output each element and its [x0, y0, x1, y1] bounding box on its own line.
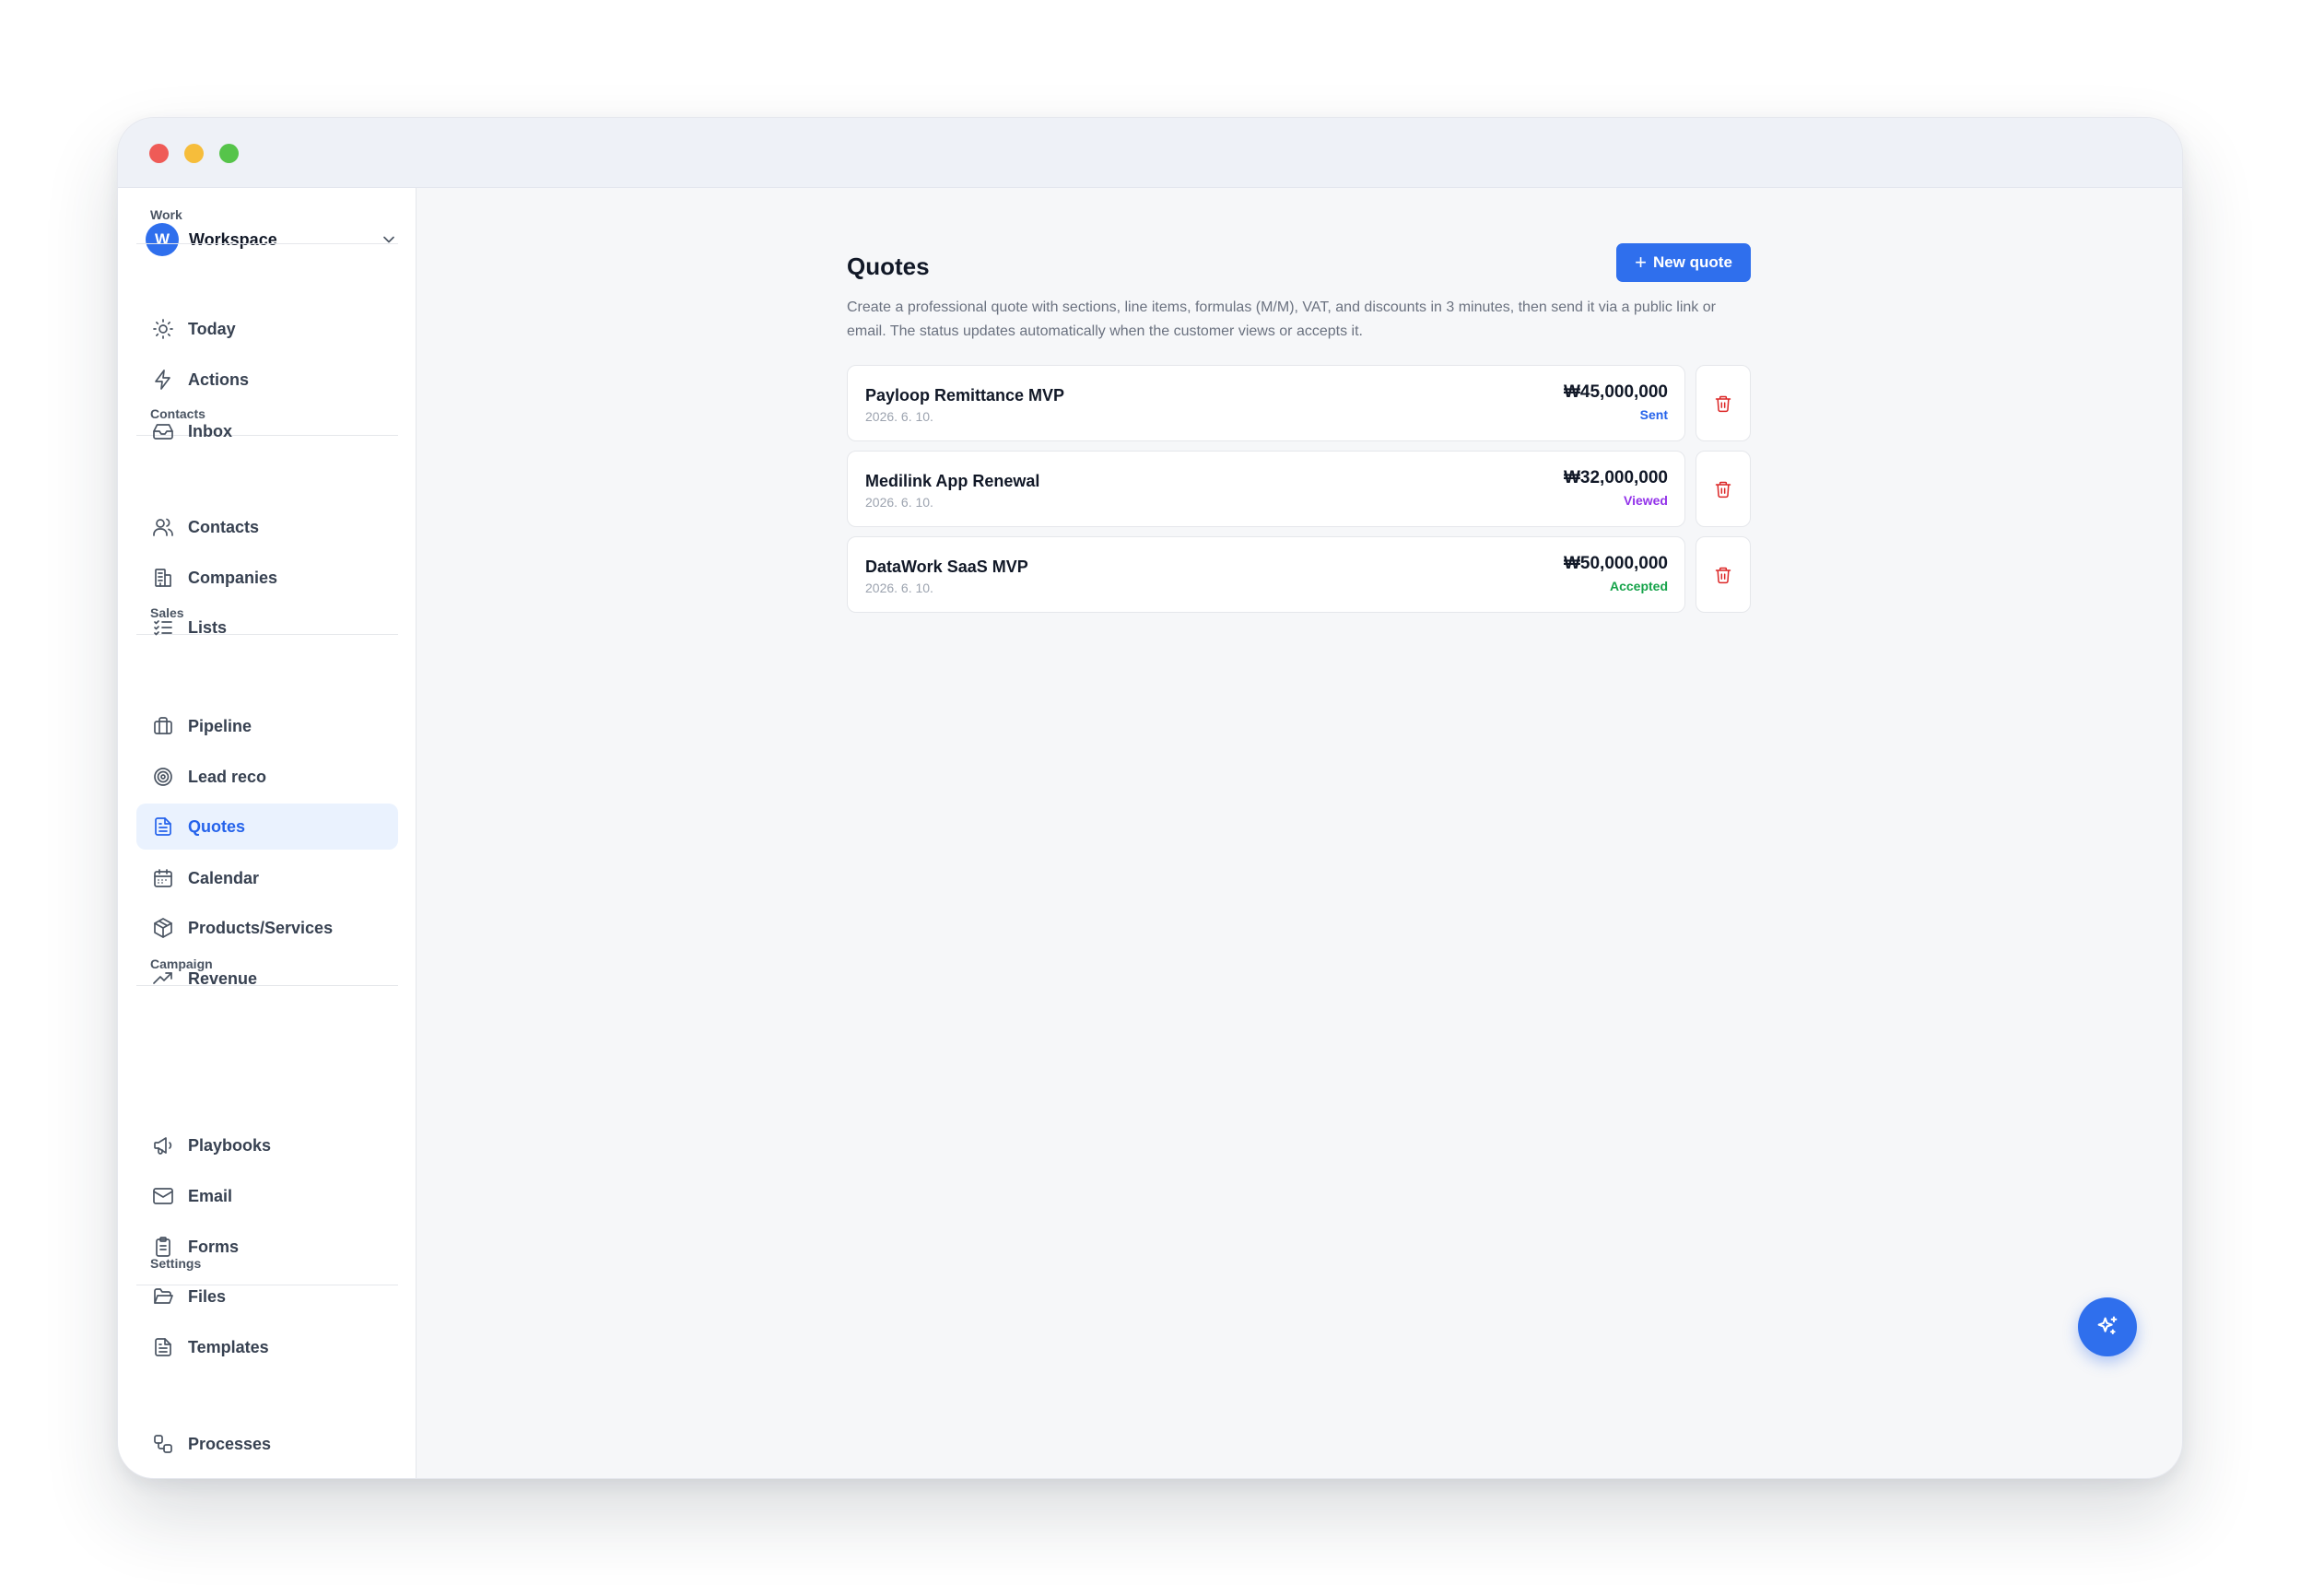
- ai-assistant-button[interactable]: [2078, 1297, 2137, 1356]
- sidebar-item-label: Inbox: [188, 421, 232, 440]
- close-window-button[interactable]: [149, 144, 169, 163]
- sidebar-item-label: Quotes: [188, 816, 246, 836]
- quote-amount: ₩45,000,000: [1563, 382, 1668, 402]
- users-icon: [151, 515, 175, 539]
- sidebar-item-contacts[interactable]: Contacts: [136, 504, 398, 550]
- sidebar-item-label: Products/Services: [188, 918, 334, 937]
- quote-card[interactable]: Payloop Remittance MVP 2026. 6. 10. ₩45,00…: [847, 365, 1685, 441]
- quote-title: Medilink App Renewal: [865, 472, 1040, 490]
- folder-open-icon: [151, 1285, 175, 1308]
- zap-icon: [151, 368, 175, 392]
- sidebar-item-email[interactable]: Email: [136, 1173, 398, 1219]
- delete-quote-button[interactable]: [1696, 536, 1751, 613]
- sidebar-item-automations[interactable]: Automations: [136, 1472, 398, 1478]
- sidebar-section-title: Work: [150, 207, 182, 222]
- title-bar: [118, 118, 2182, 188]
- sidebar-section-title: Sales: [150, 605, 184, 620]
- sidebar-item-label: Processes: [188, 1434, 272, 1453]
- file-text-icon: [151, 1335, 175, 1359]
- mail-icon: [151, 1184, 175, 1208]
- main-content: Quotes + New quote Create a professional…: [417, 188, 2182, 1478]
- delete-quote-button[interactable]: [1696, 451, 1751, 527]
- status-badge: Accepted: [1609, 579, 1668, 593]
- minimize-window-button[interactable]: [184, 144, 204, 163]
- sidebar-item-label: Revenue: [188, 968, 258, 988]
- package-icon: [151, 916, 175, 940]
- sidebar-item-processes[interactable]: Processes: [136, 1421, 398, 1467]
- sidebar-item-companies[interactable]: Companies: [136, 555, 398, 601]
- quote-date: 2026. 6. 10.: [865, 581, 933, 595]
- megaphone-icon: [151, 1133, 175, 1157]
- page-title: Quotes: [847, 252, 930, 280]
- sidebar-item-label: Lists: [188, 617, 228, 637]
- sidebar-section-title: Campaign: [150, 956, 213, 971]
- sidebar-item-label: Companies: [188, 568, 278, 587]
- sidebar-item-label: Actions: [188, 370, 250, 389]
- quote-card[interactable]: Medilink App Renewal 2026. 6. 10. ₩32,000,…: [847, 451, 1685, 527]
- delete-quote-button[interactable]: [1696, 365, 1751, 441]
- building-icon: [151, 566, 175, 590]
- calendar-icon: [151, 866, 175, 890]
- quote-title: DataWork SaaS MVP: [865, 557, 1028, 576]
- sidebar-item-label: Calendar: [188, 868, 260, 887]
- trash-icon: [1715, 481, 1731, 498]
- sidebar-item-templates[interactable]: Templates: [136, 1324, 398, 1370]
- quote-title: Payloop Remittance MVP: [865, 386, 1065, 405]
- sidebar-section-title: Settings: [150, 1256, 202, 1271]
- sidebar-item-label: Templates: [188, 1337, 269, 1356]
- sidebar-item-lead-reco[interactable]: Lead reco: [136, 754, 398, 800]
- quote-row: Payloop Remittance MVP 2026. 6. 10. ₩45,00…: [847, 365, 1751, 441]
- sidebar-item-products-services[interactable]: Products/Services: [136, 905, 398, 951]
- quote-amount: ₩32,000,000: [1563, 468, 1668, 487]
- workspace-switcher[interactable]: W Workspace: [146, 223, 398, 256]
- sidebar-item-label: Contacts: [188, 517, 260, 536]
- plus-icon: +: [1635, 251, 1647, 274]
- sun-icon: [151, 317, 175, 341]
- quote-date: 2026. 6. 10.: [865, 409, 933, 424]
- sidebar-divider: [136, 243, 398, 244]
- sidebar-item-label: Email: [188, 1186, 233, 1205]
- chevron-down-icon: [383, 236, 394, 243]
- file-text-icon: [151, 815, 175, 839]
- maximize-window-button[interactable]: [219, 144, 239, 163]
- sidebar-item-pipeline[interactable]: Pipeline: [136, 703, 398, 749]
- sidebar-item-quotes[interactable]: Quotes: [136, 804, 398, 850]
- sidebar-item-playbooks[interactable]: Playbooks: [136, 1122, 398, 1168]
- status-badge: Viewed: [1624, 493, 1668, 508]
- new-quote-label: New quote: [1652, 253, 1732, 271]
- quote-date: 2026. 6. 10.: [865, 495, 933, 510]
- sidebar-item-actions[interactable]: Actions: [136, 357, 398, 403]
- sparkles-icon: [2097, 1316, 2118, 1335]
- inbox-icon: [151, 419, 175, 443]
- page-description: Create a professional quote with section…: [847, 299, 1716, 339]
- briefcase-icon: [151, 714, 175, 738]
- sidebar-item-today[interactable]: Today: [136, 306, 398, 352]
- workflow-icon: [151, 1432, 175, 1456]
- sidebar-item-label: Lead reco: [188, 767, 267, 786]
- workspace-name: Workspace: [189, 229, 277, 249]
- sidebar-item-label: Playbooks: [188, 1135, 272, 1155]
- new-quote-button[interactable]: + New quote: [1616, 243, 1751, 282]
- quote-row: DataWork SaaS MVP 2026. 6. 10. ₩50,000,000…: [847, 536, 1751, 613]
- sidebar-item-files[interactable]: Files: [136, 1273, 398, 1320]
- status-badge: Sent: [1639, 407, 1668, 422]
- target-icon: [151, 765, 175, 789]
- sidebar-item-label: Forms: [188, 1237, 240, 1256]
- sidebar-item-calendar[interactable]: Calendar: [136, 855, 398, 901]
- sidebar-section-title: Contacts: [150, 406, 205, 421]
- workspace-avatar: W: [146, 223, 179, 256]
- quote-card[interactable]: DataWork SaaS MVP 2026. 6. 10. ₩50,000,000…: [847, 536, 1685, 613]
- quote-row: Medilink App Renewal 2026. 6. 10. ₩32,000,…: [847, 451, 1751, 527]
- sidebar-item-label: Files: [188, 1286, 227, 1306]
- trash-icon: [1715, 567, 1731, 583]
- quote-amount: ₩50,000,000: [1563, 554, 1668, 573]
- sidebar: W Workspace Work Today Actions Inbox Contact…: [118, 188, 417, 1478]
- sidebar-item-label: Pipeline: [188, 716, 252, 735]
- app-window: W Workspace Work Today Actions Inbox Contact…: [117, 117, 2183, 1479]
- sidebar-item-label: Today: [188, 319, 236, 338]
- trash-icon: [1715, 395, 1731, 412]
